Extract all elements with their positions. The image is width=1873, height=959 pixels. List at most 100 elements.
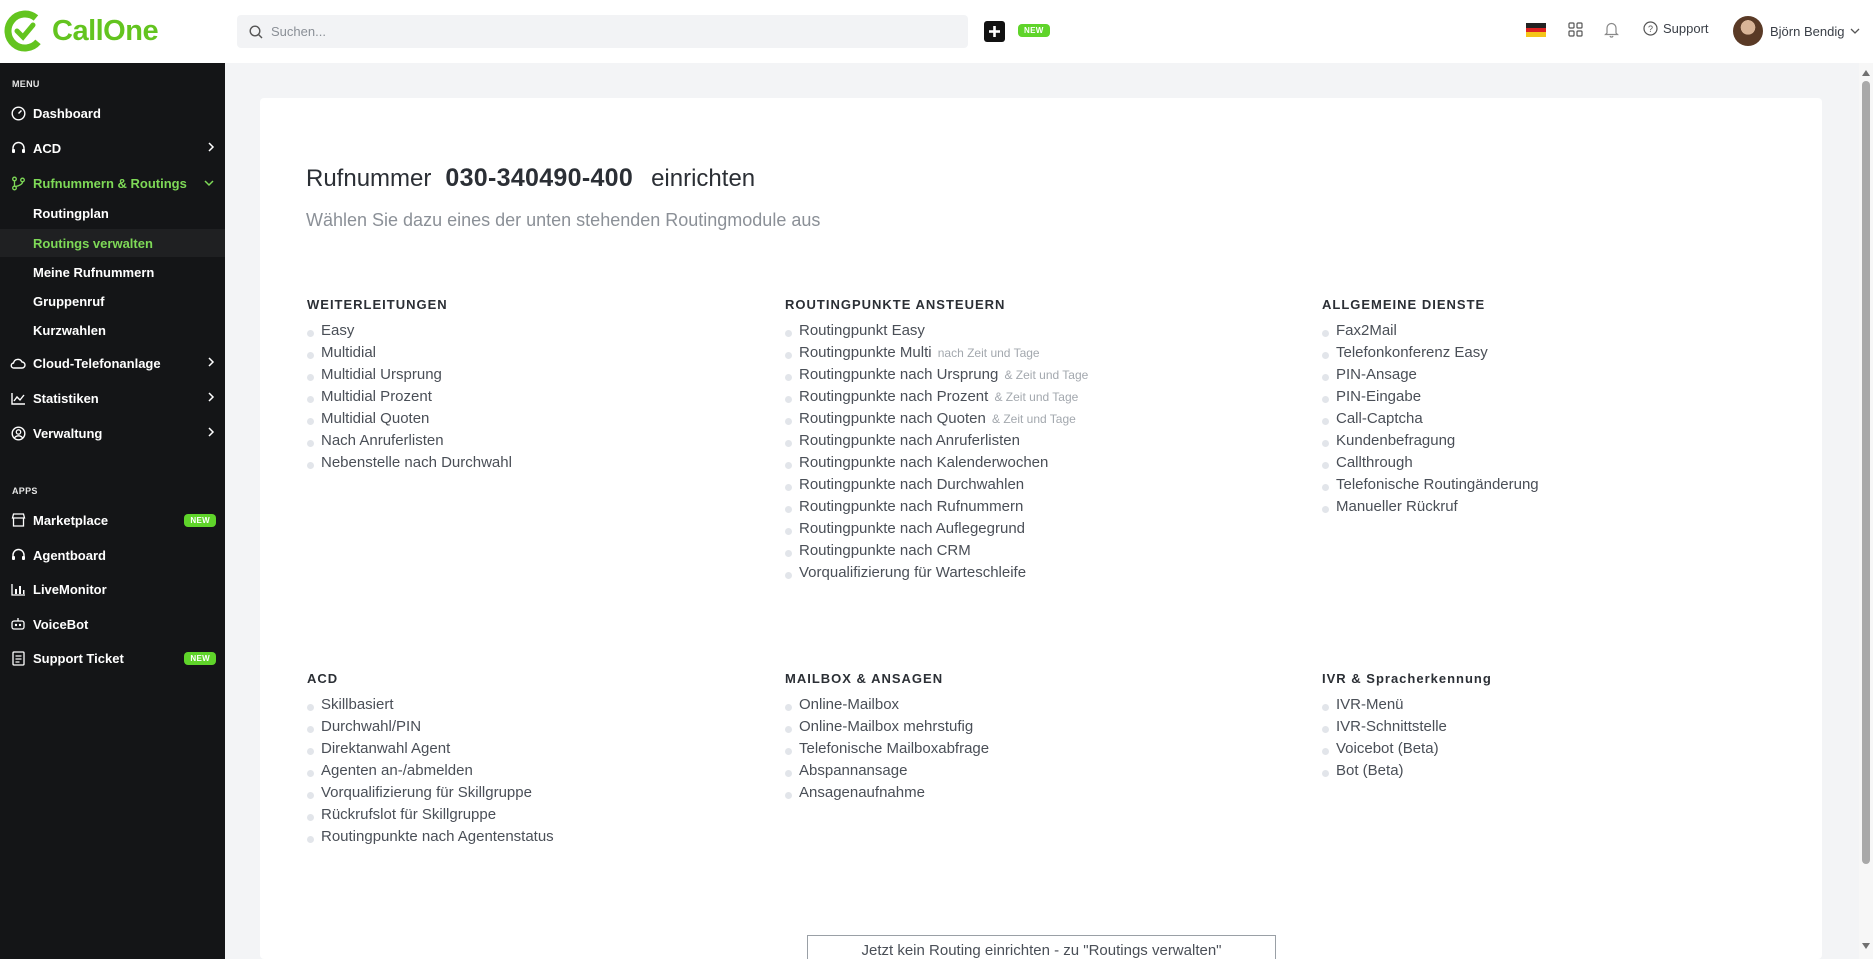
routing-module-link[interactable]: Routingpunkte nach Ursprung & Zeit und T… xyxy=(785,364,1088,386)
group-heading: WEITERLEITUNGEN xyxy=(307,297,448,312)
routing-module-link[interactable]: Routingpunkte nach Prozent & Zeit und Ta… xyxy=(785,386,1088,408)
help-circle-icon: ? xyxy=(1643,21,1658,36)
routing-module-link[interactable]: Ansagenaufnahme xyxy=(785,782,989,804)
routing-module-link[interactable]: Multidial Quoten xyxy=(307,408,512,430)
sidebar-item-label: LiveMonitor xyxy=(33,581,107,597)
routing-module-link[interactable]: Rückrufslot für Skillgruppe xyxy=(307,804,554,826)
routing-module-link[interactable]: Vorqualifizierung für Skillgruppe xyxy=(307,782,554,804)
routing-module-link[interactable]: Durchwahl/PIN xyxy=(307,716,554,738)
module-label: Vorqualifizierung für Warteschleife xyxy=(799,564,1027,581)
sidebar-item-acd[interactable]: ACD xyxy=(0,133,225,163)
routing-module-link[interactable]: Routingpunkte nach Rufnummern xyxy=(785,496,1088,518)
sidebar-item-support-ticket[interactable]: Support Ticket NEW xyxy=(0,643,225,673)
module-label: IVR-Menü xyxy=(1336,696,1404,713)
routing-module-link[interactable]: Online-Mailbox mehrstufig xyxy=(785,716,989,738)
module-label: Bot (Beta) xyxy=(1336,762,1404,779)
routing-module-link[interactable]: Nach Anruferlisten xyxy=(307,430,512,452)
module-label: Routingpunkte nach Prozent xyxy=(799,388,989,405)
user-menu[interactable]: Björn Bendig xyxy=(1733,16,1860,46)
chevron-right-icon xyxy=(208,427,215,437)
cloud-icon xyxy=(10,355,26,371)
german-flag-icon[interactable] xyxy=(1526,23,1546,38)
routing-module-link[interactable]: Skillbasiert xyxy=(307,694,554,716)
routing-module-link[interactable]: Fax2Mail xyxy=(1322,320,1539,342)
search-input[interactable] xyxy=(271,24,921,39)
sidebar-item-dashboard[interactable]: Dashboard xyxy=(0,98,225,128)
sidebar-item-label: Support Ticket xyxy=(33,650,124,666)
routing-module-link[interactable]: Call-Captcha xyxy=(1322,408,1539,430)
module-group-allgemeine-dienste: ALLGEMEINE DIENSTE Fax2Mail Telefonkonfer… xyxy=(1322,297,1539,518)
routing-module-link[interactable]: Routingpunkte nach Agentenstatus xyxy=(307,826,554,848)
routing-module-link[interactable]: PIN-Ansage xyxy=(1322,364,1539,386)
routing-module-link[interactable]: Online-Mailbox xyxy=(785,694,989,716)
routing-module-link[interactable]: Nebenstelle nach Durchwahl xyxy=(307,452,512,474)
scrollbar[interactable] xyxy=(1859,63,1873,959)
routing-module-link[interactable]: Telefonische Routingänderung xyxy=(1322,474,1539,496)
sidebar-subitem-kurzwahlen[interactable]: Kurzwahlen xyxy=(0,316,225,344)
routing-module-link[interactable]: Telefonische Mailboxabfrage xyxy=(785,738,989,760)
module-label: Multidial Prozent xyxy=(321,388,432,405)
support-link[interactable]: ? Support xyxy=(1643,21,1709,36)
routing-module-link[interactable]: Kundenbefragung xyxy=(1322,430,1539,452)
sidebar-item-label: Cloud-Telefonanlage xyxy=(33,355,161,371)
sidebar-item-label: Dashboard xyxy=(33,105,101,121)
sidebar-item-marketplace[interactable]: Marketplace NEW xyxy=(0,505,225,535)
module-label: Routingpunkte nach Auflegegrund xyxy=(799,520,1026,537)
routing-module-link[interactable]: Routingpunkte nach Kalenderwochen xyxy=(785,452,1088,474)
routing-module-link[interactable]: Voicebot (Beta) xyxy=(1322,738,1492,760)
routing-module-link[interactable]: Routingpunkte Multi nach Zeit und Tage xyxy=(785,342,1088,364)
routing-module-link[interactable]: Easy xyxy=(307,320,512,342)
routing-module-link[interactable]: IVR-Menü xyxy=(1322,694,1492,716)
scroll-down-arrow-icon[interactable] xyxy=(1862,943,1870,949)
sidebar-subitem-gruppenruf[interactable]: Gruppenruf xyxy=(0,287,225,315)
routing-module-link[interactable]: Routingpunkte nach Auflegegrund xyxy=(785,518,1088,540)
sidebar-item-agentboard[interactable]: Agentboard xyxy=(0,540,225,570)
routing-module-link[interactable]: Routingpunkte nach Durchwahlen xyxy=(785,474,1088,496)
routing-module-link[interactable]: Telefonkonferenz Easy xyxy=(1322,342,1539,364)
module-label: Callthrough xyxy=(1336,454,1413,471)
sidebar-subitem-routingplan[interactable]: Routingplan xyxy=(0,199,225,227)
routing-module-link[interactable]: Multidial Ursprung xyxy=(307,364,512,386)
sidebar-item-statistiken[interactable]: Statistiken xyxy=(0,383,225,413)
module-label: Fax2Mail xyxy=(1336,322,1397,339)
sidebar-item-voicebot[interactable]: VoiceBot xyxy=(0,609,225,639)
sidebar-subitem-meine-rufnummern[interactable]: Meine Rufnummern xyxy=(0,258,225,286)
sidebar-item-livemonitor[interactable]: LiveMonitor xyxy=(0,574,225,604)
sidebar-item-verwaltung[interactable]: Verwaltung xyxy=(0,418,225,448)
group-heading: ROUTINGPUNKTE ANSTEUERN xyxy=(785,297,1006,312)
routing-module-link[interactable]: Callthrough xyxy=(1322,452,1539,474)
scroll-up-arrow-icon[interactable] xyxy=(1862,70,1870,76)
add-button[interactable] xyxy=(984,21,1005,42)
routing-module-link[interactable]: Multidial Prozent xyxy=(307,386,512,408)
module-label: Multidial xyxy=(321,344,377,361)
sidebar-item-cloud-telefonanlage[interactable]: Cloud-Telefonanlage xyxy=(0,348,225,378)
module-label: Skillbasiert xyxy=(321,696,394,713)
chart-icon xyxy=(10,390,26,406)
apps-section-label: APPS xyxy=(12,486,38,496)
module-label: Routingpunkte nach CRM xyxy=(799,542,971,559)
sidebar-subitem-routings-verwalten[interactable]: Routings verwalten xyxy=(0,229,225,257)
routing-module-link[interactable]: Multidial xyxy=(307,342,512,364)
bell-icon[interactable] xyxy=(1604,21,1619,38)
sidebar-item-rufnummern-routings[interactable]: Rufnummern & Routings xyxy=(0,168,225,198)
routing-module-link[interactable]: Routingpunkte nach CRM xyxy=(785,540,1088,562)
routing-module-link[interactable]: Routingpunkt Easy xyxy=(785,320,1088,342)
routing-module-link[interactable]: Vorqualifizierung für Warteschleife xyxy=(785,562,1088,584)
module-label: Routingpunkt Easy xyxy=(799,322,925,339)
apps-grid-icon[interactable] xyxy=(1568,22,1583,37)
routing-module-link[interactable]: Routingpunkte nach Quoten & Zeit und Tag… xyxy=(785,408,1088,430)
module-label: Ansagenaufnahme xyxy=(799,784,925,801)
routing-module-link[interactable]: Abspannansage xyxy=(785,760,989,782)
routing-module-link[interactable]: Agenten an-/abmelden xyxy=(307,760,554,782)
module-label: Routingpunkte nach Quoten xyxy=(799,410,986,427)
routing-module-link[interactable]: PIN-Eingabe xyxy=(1322,386,1539,408)
routing-module-link[interactable]: Manueller Rückruf xyxy=(1322,496,1539,518)
callone-logo[interactable]: CallOne xyxy=(4,10,159,52)
scroll-thumb[interactable] xyxy=(1862,81,1870,864)
routing-module-link[interactable]: IVR-Schnittstelle xyxy=(1322,716,1492,738)
routing-module-link[interactable]: Routingpunkte nach Anruferlisten xyxy=(785,430,1088,452)
search-icon xyxy=(249,24,263,38)
skip-routing-button[interactable]: Jetzt kein Routing einrichten - zu "Rout… xyxy=(807,935,1276,959)
routing-module-link[interactable]: Bot (Beta) xyxy=(1322,760,1492,782)
routing-module-link[interactable]: Direktanwahl Agent xyxy=(307,738,554,760)
